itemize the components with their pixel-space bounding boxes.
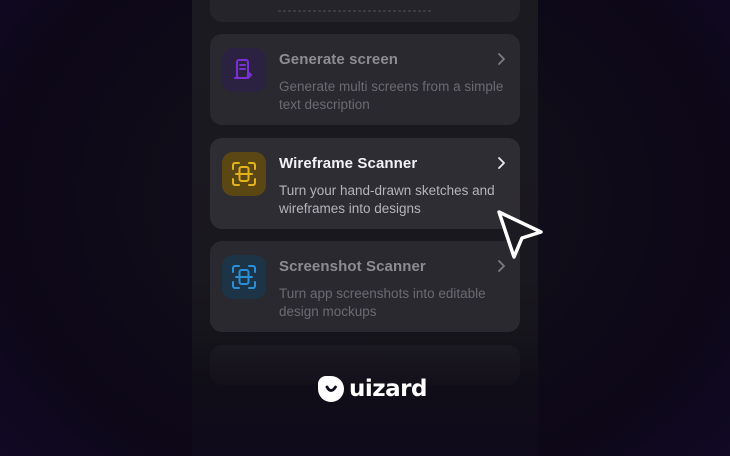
screenshot-scan-icon <box>222 255 266 299</box>
chevron-right-icon <box>498 53 505 65</box>
feature-card-partial-top <box>210 0 520 22</box>
generate-screen-icon <box>222 48 266 92</box>
wireframe-scan-icon <box>222 152 266 196</box>
pointer-cursor-icon <box>497 210 543 259</box>
feature-card-generate-screen[interactable]: Generate screen Generate multi screens f… <box>210 34 520 125</box>
card-description: Generate multi screens from a simple tex… <box>279 79 504 112</box>
brand-name: uizard <box>349 376 427 402</box>
card-title: Wireframe Scanner <box>279 155 418 172</box>
card-title: Generate screen <box>279 51 399 68</box>
card-description: Turn your hand-drawn sketches and wirefr… <box>279 183 495 216</box>
chevron-right-icon <box>498 157 505 169</box>
card-title: Screenshot Scanner <box>279 258 426 275</box>
uizard-logo-icon <box>318 376 344 402</box>
card-text-fragment <box>278 10 433 12</box>
card-description: Turn app screenshots into editable desig… <box>279 286 486 319</box>
brand-logo: uizard <box>318 375 427 403</box>
feature-card-screenshot-scanner[interactable]: Screenshot Scanner Turn app screenshots … <box>210 241 520 332</box>
feature-card-wireframe-scanner[interactable]: Wireframe Scanner Turn your hand-drawn s… <box>210 138 520 229</box>
